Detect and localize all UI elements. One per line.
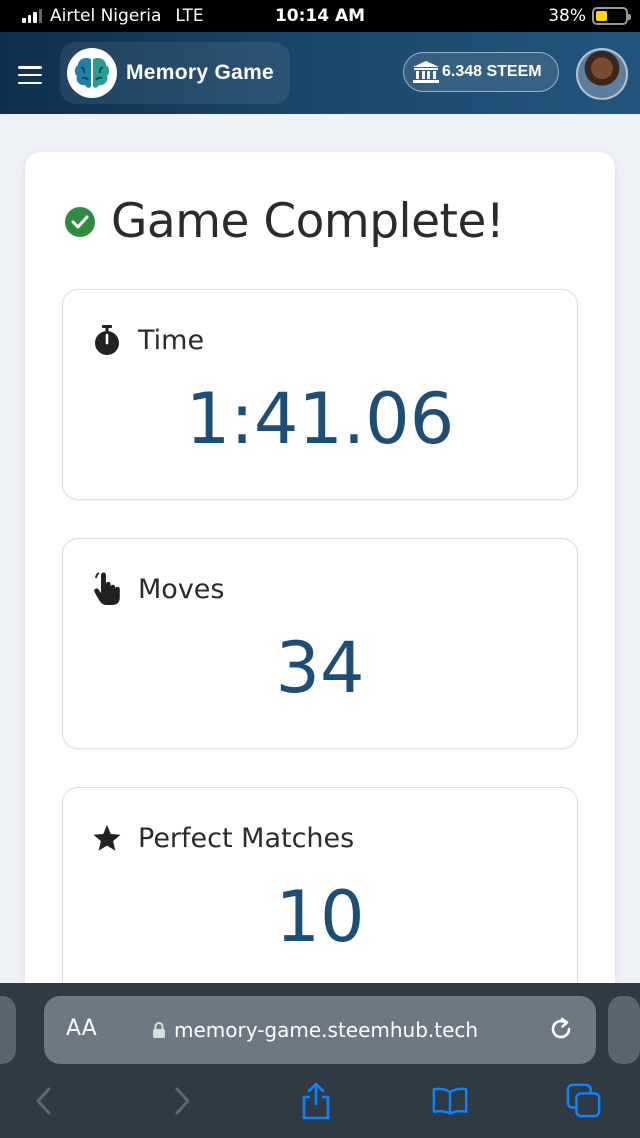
stat-label: Moves (138, 573, 225, 605)
page-title: Game Complete! (111, 194, 505, 249)
wallet-balance-button[interactable]: 6.348 STEEM (403, 52, 559, 92)
battery-icon (592, 7, 631, 25)
app-header: Memory Game 6.348 STEEM (0, 32, 640, 114)
star-icon (91, 822, 123, 854)
previous-tab-peek[interactable] (0, 996, 16, 1064)
stat-card-moves: Moves 34 (62, 538, 578, 749)
brand-link[interactable]: Memory Game (60, 42, 290, 104)
app-title: Memory Game (126, 61, 275, 84)
address-bar[interactable]: AA memory-game.steemhub.tech (44, 996, 596, 1064)
bank-icon (413, 61, 439, 83)
lock-icon (153, 1021, 165, 1038)
stat-card-time: Time 1:41.06 (62, 289, 578, 500)
share-icon[interactable] (298, 1082, 334, 1120)
stat-label: Perfect Matches (138, 822, 355, 854)
status-bar: Airtel Nigeria LTE 10:14 AM 38% (0, 0, 640, 32)
stopwatch-icon (91, 324, 123, 356)
check-circle-icon (65, 206, 95, 237)
battery-percent: 38% (548, 6, 586, 26)
reader-options-button[interactable]: AA (66, 1016, 97, 1041)
bookmarks-icon[interactable] (432, 1083, 468, 1119)
balance-amount: 6.348 STEEM (442, 63, 542, 80)
back-icon[interactable] (26, 1083, 62, 1119)
menu-icon[interactable] (18, 66, 42, 84)
browser-toolbar: AA memory-game.steemhub.tech (0, 983, 640, 1138)
pointer-hand-icon (91, 572, 123, 605)
stat-label: Time (138, 324, 205, 356)
next-tab-peek[interactable] (608, 996, 640, 1064)
stat-value: 1:41.06 (185, 378, 455, 460)
stat-value: 34 (275, 627, 365, 709)
stat-value: 10 (275, 876, 365, 958)
tabs-icon[interactable] (566, 1083, 602, 1119)
game-result-card: Game Complete! Time 1:41.06 Moves 34 Per… (25, 152, 615, 1052)
clock: 10:14 AM (274, 6, 366, 26)
stat-card-perfect-matches: Perfect Matches 10 (62, 787, 578, 998)
brain-logo-icon (67, 48, 117, 98)
forward-icon[interactable] (164, 1083, 200, 1119)
browser-nav-row (0, 1082, 640, 1123)
result-heading: Game Complete! (65, 194, 505, 249)
reload-icon[interactable] (548, 1016, 574, 1046)
user-avatar[interactable] (576, 48, 628, 100)
url-text: memory-game.steemhub.tech (174, 1018, 479, 1042)
